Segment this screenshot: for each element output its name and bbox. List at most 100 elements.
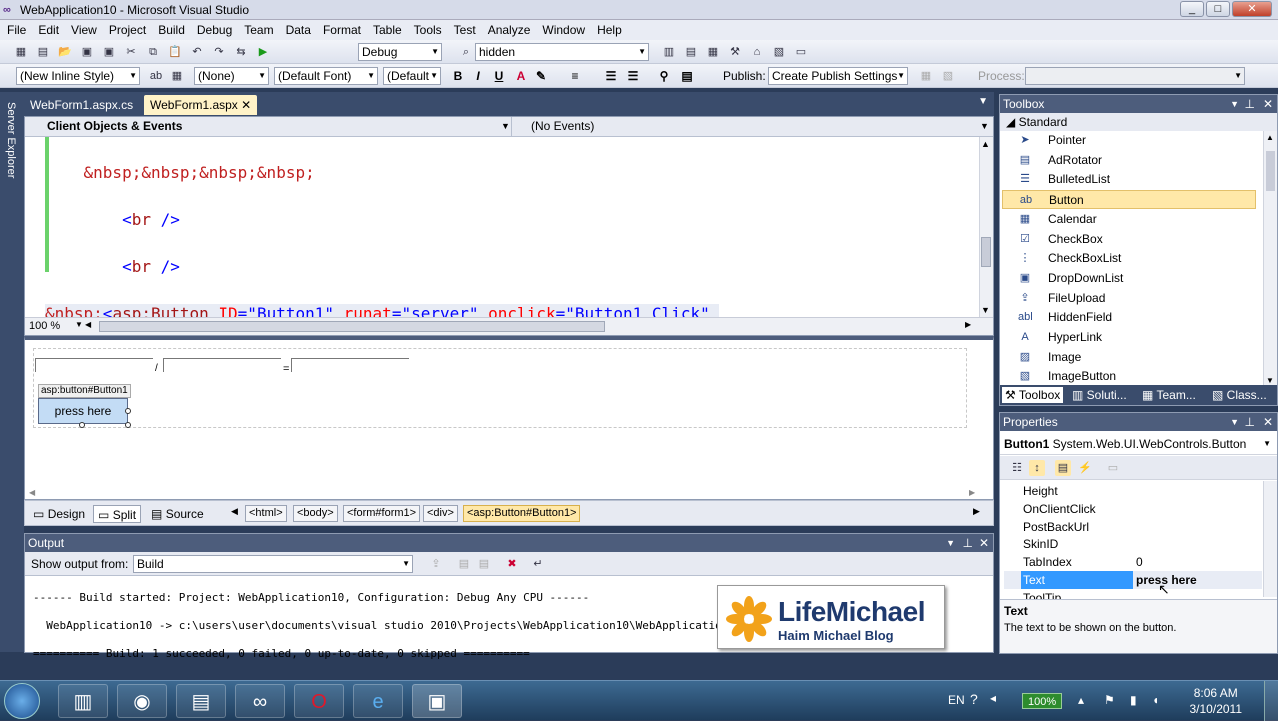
object-selector[interactable]: Button1 System.Web.UI.WebControls.Button… bbox=[1000, 433, 1277, 455]
categorized-icon[interactable]: ☷ bbox=[1009, 460, 1025, 476]
open-icon[interactable]: 📂 bbox=[57, 44, 73, 60]
command-window-icon[interactable]: ▭ bbox=[793, 44, 809, 60]
odf-taskbar-icon[interactable]: ▤ bbox=[176, 684, 226, 718]
object-browser-icon[interactable]: ▦ bbox=[705, 44, 721, 60]
close-panel-icon[interactable]: ✕ bbox=[1263, 95, 1273, 113]
code-view[interactable]: &nbsp;&nbsp;&nbsp;&nbsp; <br /> <br /> &… bbox=[45, 137, 980, 317]
chevron-down-icon[interactable]: ▼ bbox=[501, 121, 510, 131]
flag-icon[interactable]: ⚑ bbox=[1104, 693, 1115, 707]
breadcrumb-html[interactable]: <html> bbox=[245, 505, 287, 522]
target-rule-dropdown[interactable]: (None) ▼ bbox=[194, 67, 269, 85]
property-row-text[interactable]: Text press here bbox=[1004, 571, 1262, 589]
extension-manager-icon[interactable]: ▧ bbox=[771, 44, 787, 60]
tab-team-explorer[interactable]: ▦ Team... bbox=[1142, 387, 1196, 403]
redo-icon[interactable]: ↷ bbox=[211, 44, 227, 60]
volume-icon[interactable]: ◖ bbox=[1152, 693, 1159, 707]
menu-project[interactable]: Project bbox=[109, 20, 146, 40]
property-row-skinid[interactable]: SkinID bbox=[1004, 535, 1262, 553]
find-in-files-icon[interactable]: ⌕ bbox=[458, 44, 474, 60]
toolbox-item-imagebutton[interactable]: ▧ ImageButton bbox=[1002, 367, 1256, 386]
next-message-icon[interactable]: ▤ bbox=[476, 556, 492, 572]
toolbox-item-fileupload[interactable]: ⇪ FileUpload bbox=[1002, 289, 1256, 308]
source-view-button[interactable]: ▤ Source bbox=[147, 505, 208, 523]
breadcrumb-body[interactable]: <body> bbox=[293, 505, 338, 522]
toolbox-item-bulletedlist[interactable]: ☰ BulletedList bbox=[1002, 170, 1256, 189]
style-dropdown[interactable]: (New Inline Style) ▼ bbox=[16, 67, 140, 85]
opera-taskbar-icon[interactable]: O bbox=[294, 684, 344, 718]
server-explorer-tab[interactable]: Server Explorer bbox=[5, 102, 17, 178]
toolbox-item-calendar[interactable]: ▦ Calendar bbox=[1002, 210, 1256, 229]
editor-horizontal-scroll-thumb[interactable] bbox=[99, 321, 605, 332]
clear-all-icon[interactable]: ✖ bbox=[504, 556, 520, 572]
tray-expand-icon[interactable]: ▴ bbox=[1078, 693, 1084, 707]
copy-icon[interactable]: ⧉ bbox=[145, 44, 161, 60]
resize-handle[interactable] bbox=[125, 422, 131, 428]
toolbox-icon[interactable]: ⚒ bbox=[727, 44, 743, 60]
toolbox-item-hyperlink[interactable]: A HyperLink bbox=[1002, 328, 1256, 347]
tab-menu-icon[interactable]: ▼ bbox=[978, 96, 988, 107]
start-debug-icon[interactable]: ▶ bbox=[255, 44, 271, 60]
menu-analyze[interactable]: Analyze bbox=[488, 20, 531, 40]
network-icon[interactable]: ▮ bbox=[1130, 693, 1137, 707]
menu-view[interactable]: View bbox=[71, 20, 97, 40]
toolbox-item-hiddenfield[interactable]: abl HiddenField bbox=[1002, 308, 1256, 327]
pin-icon[interactable]: ⊥ bbox=[963, 534, 973, 552]
show-desktop-button[interactable] bbox=[1264, 681, 1278, 721]
zoom-dropdown-icon[interactable]: ▼ bbox=[75, 320, 83, 329]
split-view-button[interactable]: ▭ Split bbox=[93, 505, 142, 523]
battery-indicator[interactable]: 100% bbox=[1022, 693, 1063, 709]
explorer-taskbar-icon[interactable]: ▥ bbox=[58, 684, 108, 718]
resize-handle[interactable] bbox=[125, 408, 131, 414]
cut-icon[interactable]: ✂ bbox=[123, 44, 139, 60]
scroll-down-icon[interactable]: ▼ bbox=[1266, 376, 1274, 385]
language-indicator[interactable]: EN bbox=[948, 693, 965, 707]
menu-debug[interactable]: Debug bbox=[197, 20, 232, 40]
solution-explorer-icon[interactable]: ▥ bbox=[661, 44, 677, 60]
design-surface[interactable]: / = asp:button#Button1 press here ◀ ▶ bbox=[24, 336, 994, 500]
breadcrumb-div[interactable]: <div> bbox=[423, 505, 458, 522]
editor-vertical-scrollbar[interactable]: ▲ ▼ bbox=[979, 137, 993, 317]
breadcrumb-button[interactable]: <asp:Button#Button1> bbox=[463, 505, 581, 522]
menu-help[interactable]: Help bbox=[597, 20, 622, 40]
font-color-icon[interactable]: A bbox=[512, 67, 530, 85]
chrome-taskbar-icon[interactable]: ◉ bbox=[117, 684, 167, 718]
property-pages-icon[interactable]: ▭ bbox=[1105, 460, 1121, 476]
window-position-icon[interactable]: ▼ bbox=[1230, 95, 1239, 113]
window-position-icon[interactable]: ▼ bbox=[1230, 413, 1239, 431]
properties-scrollbar[interactable] bbox=[1263, 481, 1277, 631]
toolbox-item-checkbox[interactable]: ☑ CheckBox bbox=[1002, 230, 1256, 249]
find-message-icon[interactable]: ▤ bbox=[456, 556, 472, 572]
property-row-onclientclick[interactable]: OnClientClick bbox=[1004, 500, 1262, 518]
menu-edit[interactable]: Edit bbox=[38, 20, 59, 40]
font-family-dropdown[interactable]: (Default Font) ▼ bbox=[274, 67, 378, 85]
design-view-button[interactable]: ▭ Design bbox=[29, 505, 89, 523]
menu-build[interactable]: Build bbox=[158, 20, 185, 40]
manage-styles-icon[interactable]: ▦ bbox=[169, 68, 185, 84]
align-icon[interactable]: ≡ bbox=[566, 67, 584, 85]
toolbox-item-dropdownlist[interactable]: ▣ DropDownList bbox=[1002, 269, 1256, 288]
property-row-tooltip[interactable]: ToolTip bbox=[1004, 589, 1262, 599]
minimize-button[interactable]: _ bbox=[1180, 1, 1204, 17]
menu-file[interactable]: File bbox=[7, 20, 26, 40]
save-icon[interactable]: ▣ bbox=[79, 44, 95, 60]
toolbox-item-adrotator[interactable]: ▤ AdRotator bbox=[1002, 151, 1256, 170]
tab-class-view[interactable]: ▧ Class... bbox=[1212, 387, 1267, 403]
clock[interactable]: 8:06 AM 3/10/2011 bbox=[1190, 685, 1243, 717]
undo-icon[interactable]: ↶ bbox=[189, 44, 205, 60]
tab-solution-explorer[interactable]: ▥ Soluti... bbox=[1072, 387, 1127, 403]
events-dropdown[interactable]: (No Events) bbox=[531, 119, 594, 133]
start-page-icon[interactable]: ⌂ bbox=[749, 44, 765, 60]
scroll-left-icon[interactable]: ◀ bbox=[29, 488, 35, 497]
underline-icon[interactable]: U bbox=[490, 67, 508, 85]
start-button[interactable] bbox=[4, 683, 40, 719]
close-panel-icon[interactable]: ✕ bbox=[1263, 413, 1273, 431]
property-row-tabindex[interactable]: TabIndex 0 bbox=[1004, 553, 1262, 571]
client-objects-dropdown[interactable]: Client Objects & Events bbox=[47, 119, 182, 133]
zoom-level[interactable]: 100 % bbox=[29, 320, 60, 332]
internet-explorer-taskbar-icon[interactable]: e bbox=[353, 684, 403, 718]
property-value[interactable]: 0 bbox=[1136, 553, 1143, 571]
word-wrap-icon[interactable]: ↵ bbox=[530, 556, 546, 572]
source-editor[interactable]: Client Objects & Events ▼ (No Events) ▼ … bbox=[24, 116, 994, 336]
toolbox-item-checkboxlist[interactable]: ⋮ CheckBoxList bbox=[1002, 249, 1256, 268]
maximize-button[interactable]: □ bbox=[1206, 1, 1230, 17]
